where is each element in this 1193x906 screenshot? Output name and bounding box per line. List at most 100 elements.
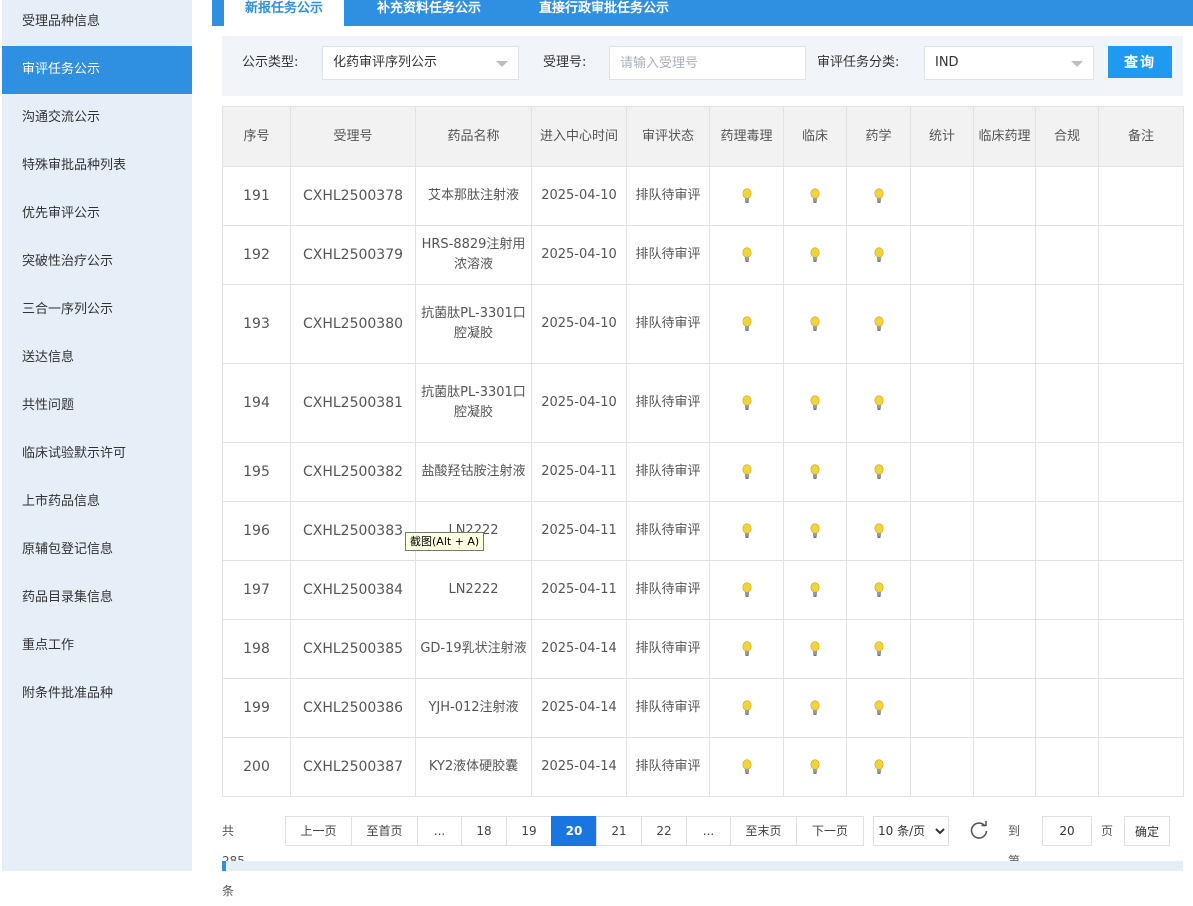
- lightbulb-icon[interactable]: [742, 523, 752, 539]
- review-indicator-cell: [709, 166, 784, 226]
- lightbulb-icon[interactable]: [810, 464, 820, 480]
- page-button-19[interactable]: 19: [506, 816, 552, 846]
- lightbulb-icon[interactable]: [810, 759, 820, 775]
- lightbulb-icon[interactable]: [874, 247, 884, 263]
- accept-number-cell: CXHL2500386: [290, 678, 416, 738]
- row-number-cell: 191: [222, 166, 291, 226]
- lightbulb-icon[interactable]: [874, 316, 884, 332]
- review-indicator-cell: [846, 501, 911, 561]
- empty-cell: [1035, 225, 1099, 285]
- sidebar-item[interactable]: 共性问题: [2, 382, 192, 430]
- table-row: 194 CXHL2500381 抗菌肽PL-3301口腔凝胶 2025-04-10 排队…: [222, 363, 1184, 443]
- empty-cell: [1098, 619, 1184, 679]
- lightbulb-icon[interactable]: [810, 582, 820, 598]
- sidebar-item[interactable]: 药品目录集信息: [2, 574, 192, 622]
- lightbulb-icon[interactable]: [874, 700, 884, 716]
- lightbulb-icon[interactable]: [742, 641, 752, 657]
- lightbulb-icon[interactable]: [810, 395, 820, 411]
- empty-cell: [1098, 501, 1184, 561]
- sidebar-item[interactable]: 审评任务公示: [2, 46, 192, 94]
- lightbulb-icon[interactable]: [742, 188, 752, 204]
- last-page-button[interactable]: 至末页: [730, 816, 797, 846]
- column-header: 药学: [846, 106, 911, 167]
- page-unit-label: 页: [1101, 824, 1114, 838]
- category-label: 审评任务分类:: [817, 55, 900, 70]
- lightbulb-icon[interactable]: [874, 641, 884, 657]
- lightbulb-icon[interactable]: [874, 464, 884, 480]
- sidebar-item[interactable]: 三合一序列公示: [2, 286, 192, 334]
- empty-cell: [1035, 442, 1099, 502]
- review-status-cell: 排队待审评: [626, 166, 710, 226]
- lightbulb-icon[interactable]: [742, 316, 752, 332]
- category-select[interactable]: IND: [924, 46, 1094, 80]
- sidebar-item[interactable]: 沟通交流公示: [2, 94, 192, 142]
- sidebar-item[interactable]: 重点工作: [2, 622, 192, 670]
- row-number-cell: 196: [222, 501, 291, 561]
- drug-name-cell: 抗菌肽PL-3301口腔凝胶: [415, 363, 532, 443]
- empty-cell: [910, 619, 974, 679]
- entry-time-cell: 2025-04-10: [531, 284, 627, 364]
- tab-direct-approval-tasks[interactable]: 直接行政审批任务公示: [516, 0, 692, 26]
- sidebar-item[interactable]: 突破性治疗公示: [2, 238, 192, 286]
- lightbulb-icon[interactable]: [742, 247, 752, 263]
- screenshot-tooltip: 截图(Alt + A): [405, 532, 485, 551]
- sidebar-item[interactable]: 原辅包登记信息: [2, 526, 192, 574]
- sidebar-item[interactable]: 上市药品信息: [2, 478, 192, 526]
- lightbulb-icon[interactable]: [742, 464, 752, 480]
- lightbulb-icon[interactable]: [810, 523, 820, 539]
- review-indicator-cell: [709, 560, 784, 620]
- empty-cell: [1098, 442, 1184, 502]
- lightbulb-icon[interactable]: [874, 759, 884, 775]
- tab-supplement-tasks[interactable]: 补充资料任务公示: [354, 0, 504, 26]
- review-status-cell: 排队待审评: [626, 284, 710, 364]
- page-button-18[interactable]: 18: [461, 816, 507, 846]
- tab-new-tasks[interactable]: 新报任务公示: [224, 0, 344, 26]
- empty-cell: [973, 442, 1036, 502]
- sidebar-item[interactable]: 受理品种信息: [2, 0, 192, 46]
- review-status-cell: 排队待审评: [626, 678, 710, 738]
- sidebar-item[interactable]: 附条件批准品种: [2, 670, 192, 718]
- lightbulb-icon[interactable]: [742, 582, 752, 598]
- lightbulb-icon[interactable]: [810, 247, 820, 263]
- page-size-select[interactable]: 10 条/页: [873, 816, 949, 846]
- empty-cell: [910, 166, 974, 226]
- sidebar-item[interactable]: 特殊审批品种列表: [2, 142, 192, 190]
- lightbulb-icon[interactable]: [810, 700, 820, 716]
- type-select[interactable]: 化药审评序列公示: [322, 46, 519, 80]
- page-button-20[interactable]: 20: [551, 816, 597, 846]
- lightbulb-icon[interactable]: [742, 395, 752, 411]
- lightbulb-icon[interactable]: [742, 759, 752, 775]
- goto-confirm-button[interactable]: 确定: [1124, 816, 1170, 846]
- lightbulb-icon[interactable]: [810, 188, 820, 204]
- table-row: 192 CXHL2500379 HRS-8829注射用浓溶液 2025-04-10 排队…: [222, 225, 1184, 285]
- lightbulb-icon[interactable]: [874, 188, 884, 204]
- sidebar-item[interactable]: 送达信息: [2, 334, 192, 382]
- lightbulb-icon[interactable]: [874, 582, 884, 598]
- next-page-button[interactable]: 下一页: [796, 816, 864, 846]
- prev-page-button[interactable]: 上一页: [285, 816, 352, 846]
- lightbulb-icon[interactable]: [810, 641, 820, 657]
- review-indicator-cell: [709, 737, 784, 797]
- lightbulb-icon[interactable]: [810, 316, 820, 332]
- refresh-icon[interactable]: [968, 819, 990, 841]
- first-page-button[interactable]: 至首页: [351, 816, 418, 846]
- empty-cell: [1098, 678, 1184, 738]
- accept-number-input[interactable]: [609, 46, 806, 80]
- review-indicator-cell: [783, 560, 847, 620]
- lightbulb-icon[interactable]: [742, 700, 752, 716]
- review-indicator-cell: [709, 678, 784, 738]
- lightbulb-icon[interactable]: [874, 395, 884, 411]
- column-header: 序号: [222, 106, 291, 167]
- page-button-22[interactable]: 22: [641, 816, 687, 846]
- sidebar-item[interactable]: 优先审评公示: [2, 190, 192, 238]
- query-button[interactable]: 查询: [1108, 46, 1172, 78]
- goto-page-input[interactable]: [1042, 816, 1092, 846]
- bottom-section-bar: [222, 861, 1183, 871]
- review-status-cell: 排队待审评: [626, 363, 710, 443]
- page-button-21[interactable]: 21: [596, 816, 642, 846]
- lightbulb-icon[interactable]: [874, 523, 884, 539]
- review-indicator-cell: [709, 501, 784, 561]
- sidebar-item[interactable]: 临床试验默示许可: [2, 430, 192, 478]
- type-select-value: 化药审评序列公示: [333, 55, 438, 70]
- empty-cell: [1098, 363, 1184, 443]
